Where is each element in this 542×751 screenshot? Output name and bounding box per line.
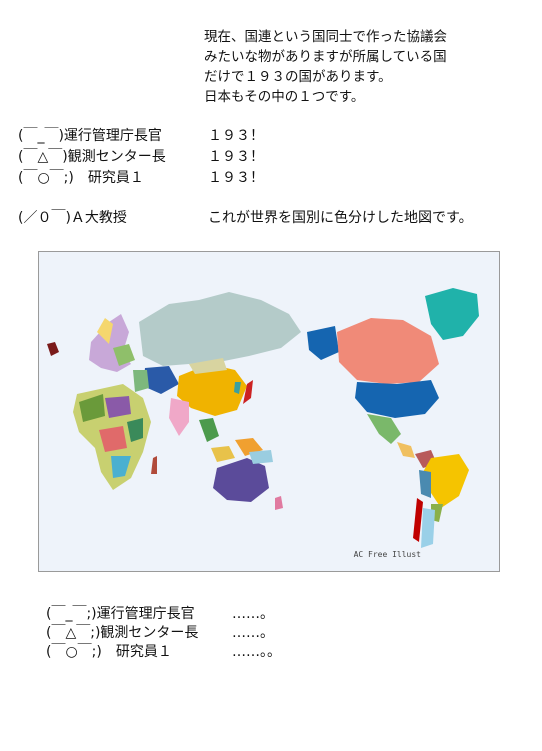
speaker-name: (￣△￣)観測センター長 (18, 149, 166, 165)
russia-landmass (139, 292, 301, 366)
speaker-name: (￣○￣;) 研究員１ (46, 644, 172, 660)
dialogue-row: (￣△￣;)観測センター長 ……。 (46, 624, 366, 643)
speaker-name: (￣_￣)運行管理庁長官 (18, 128, 162, 144)
intro-line: 現在、国連という国同士で作った協議会 (204, 29, 447, 45)
speech-line: １９３！ (208, 170, 264, 186)
speech-line: ……。。 (232, 644, 281, 660)
dialogue-row: (￣△￣)観測センター長 １９３！ (18, 147, 533, 168)
speaker-name: (￣○￣;) 研究員１ (18, 170, 144, 186)
dialogue-row: (￣_￣;)運行管理庁長官 ……。 (46, 605, 366, 624)
intro-text: 現在、国連という国同士で作った協議会 みたいな物がありますが所属している国 だけ… (204, 27, 534, 107)
intro-line: だけで１９３の国があります。 (204, 69, 392, 85)
map-credit: AC Free Illust (353, 550, 421, 559)
speech-line: １９３！ (208, 149, 264, 165)
intro-line: 日本もその中の１つです。 (204, 89, 365, 105)
world-map: AC Free Illust (38, 251, 500, 572)
speech-line: これが世界を国別に色分けした地図です。 (208, 210, 473, 226)
canada-landmass (337, 318, 439, 384)
dialogue-row: (￣○￣;) 研究員１ ……。。 (46, 643, 366, 662)
speaker-name: (￣_￣;)運行管理庁長官 (46, 606, 195, 622)
professor-row: (／０￣)Ａ大教授 これが世界を国別に色分けした地図です。 (18, 208, 533, 229)
speech-line: ……。 (232, 625, 274, 641)
uk-landmass (47, 342, 59, 356)
speech-line: １９３！ (208, 128, 264, 144)
greenland-landmass (425, 288, 479, 340)
dialogue-block: (￣_￣)運行管理庁長官 １９３！ (￣△￣)観測センター長 １９３！ (￣○￣… (18, 126, 533, 229)
speaker-name: (／０￣)Ａ大教授 (18, 210, 127, 226)
usa-landmass (355, 380, 439, 418)
intro-line: みたいな物がありますが所属している国 (204, 49, 447, 65)
argentina-landmass (421, 508, 435, 548)
madagascar-landmass (151, 456, 157, 474)
world-map-illustration (47, 288, 479, 548)
speech-line: ……。 (232, 606, 274, 622)
speaker-name: (￣△￣;)観測センター長 (46, 625, 199, 641)
chile-landmass (413, 498, 423, 542)
dialogue-row: (￣_￣)運行管理庁長官 １９３！ (18, 126, 533, 147)
dialogue-row: (￣○￣;) 研究員１ １９３！ (18, 168, 533, 189)
alaska-landmass (307, 326, 339, 360)
mexico-landmass (367, 414, 401, 444)
australia-landmass (213, 458, 269, 502)
closing-dialogue: (￣_￣;)運行管理庁長官 ……。 (￣△￣;)観測センター長 ……。 (￣○￣… (46, 605, 366, 662)
